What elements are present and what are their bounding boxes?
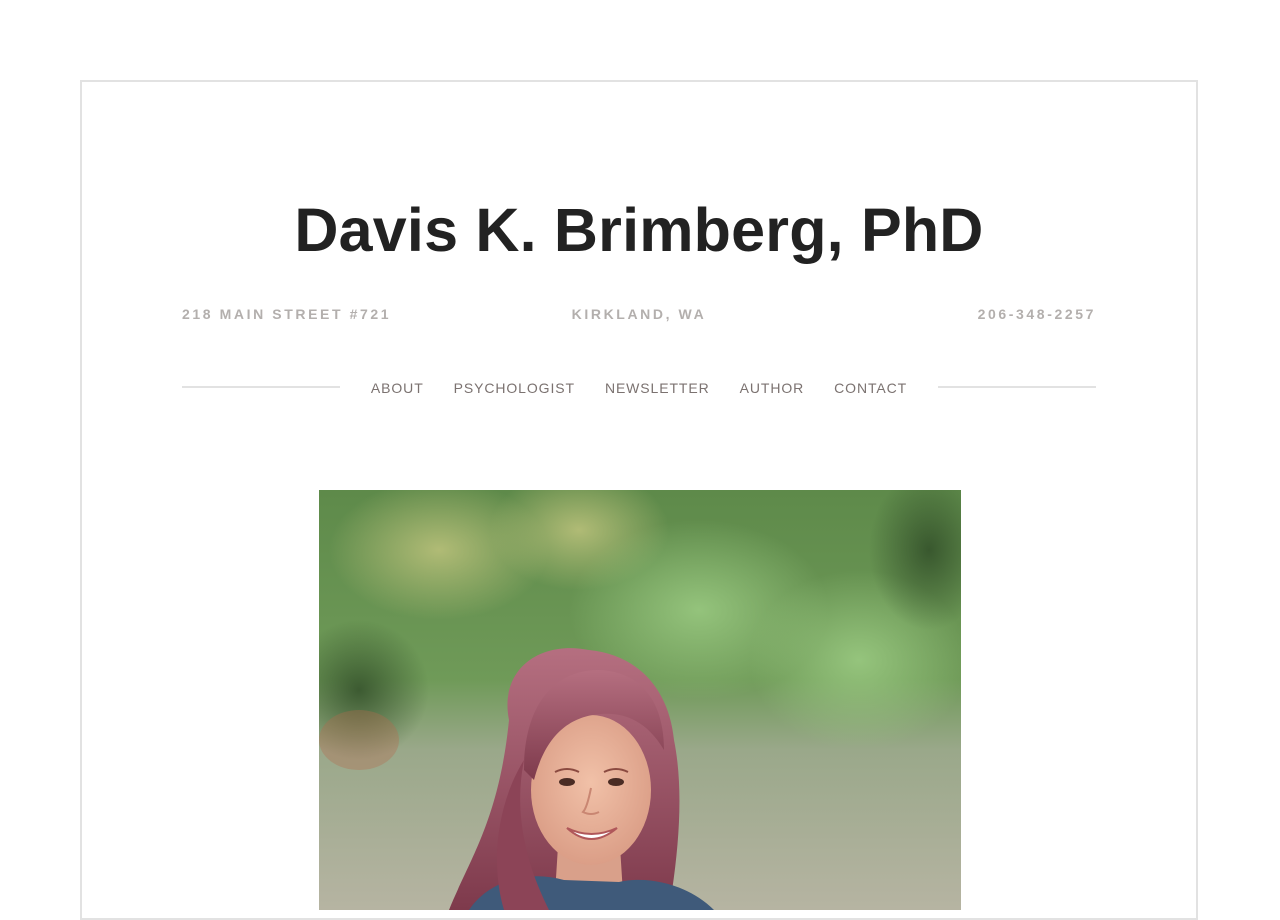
nav-item-about[interactable]: ABOUT	[371, 376, 424, 400]
nav-menu: ABOUT PSYCHOLOGIST NEWSLETTER AUTHOR CON…	[182, 376, 1096, 400]
hero-portrait-photo	[319, 490, 961, 910]
nav-item-contact[interactable]: CONTACT	[834, 376, 907, 400]
city-text: KIRKLAND, WA	[571, 306, 707, 322]
phone-link[interactable]: 206-348-2257	[978, 304, 1096, 324]
main-navigation: ABOUT PSYCHOLOGIST NEWSLETTER AUTHOR CON…	[182, 376, 1096, 400]
page-frame: Davis K. Brimberg, PhD 218 MAIN STREET #…	[80, 80, 1198, 920]
site-title[interactable]: Davis K. Brimberg, PhD	[82, 190, 1196, 270]
nav-divider-right	[938, 386, 1096, 388]
contact-info-row: 218 MAIN STREET #721 KIRKLAND, WA 206-34…	[182, 304, 1096, 324]
nav-item-newsletter[interactable]: NEWSLETTER	[605, 376, 710, 400]
portrait-illustration	[319, 490, 961, 910]
nav-item-author[interactable]: AUTHOR	[740, 376, 805, 400]
nav-item-psychologist[interactable]: PSYCHOLOGIST	[454, 376, 575, 400]
